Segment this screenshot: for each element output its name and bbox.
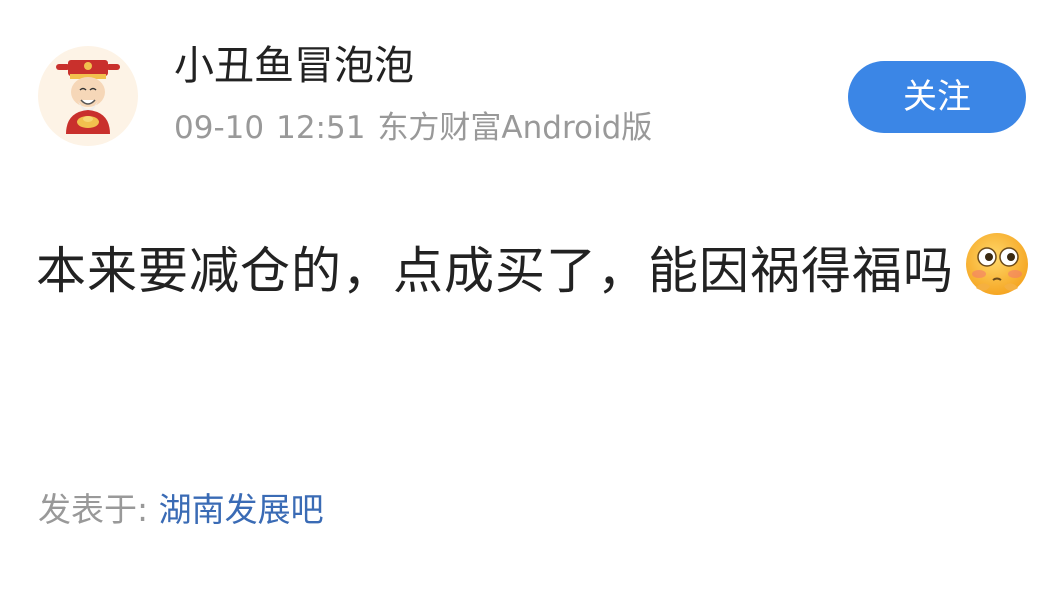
caishen-avatar-icon: [56, 60, 120, 134]
author-avatar[interactable]: [38, 46, 138, 146]
post-time: 12:51: [276, 110, 366, 146]
post-card: 小丑鱼冒泡泡 09-10 12:51 东方财富Android版 关注 本来要减仓的，…: [0, 0, 1042, 590]
post-source: 发表于: 湖南发展吧: [38, 488, 324, 532]
post-meta: 09-10 12:51 东方财富Android版: [174, 106, 664, 150]
post-date: 09-10: [174, 110, 265, 146]
source-forum-link[interactable]: 湖南发展吧: [159, 490, 324, 529]
flushed-thinking-emoji: [966, 233, 1028, 295]
post-client: 东方财富Android版: [377, 110, 653, 146]
source-label: 发表于:: [38, 490, 149, 529]
author-name[interactable]: 小丑鱼冒泡泡: [174, 40, 414, 92]
follow-button[interactable]: 关注: [848, 61, 1026, 133]
post-content: 本来要减仓的，点成买了，能因祸得福吗: [36, 226, 1036, 316]
post-content-text: 本来要减仓的，点成买了，能因祸得福吗: [36, 242, 954, 300]
